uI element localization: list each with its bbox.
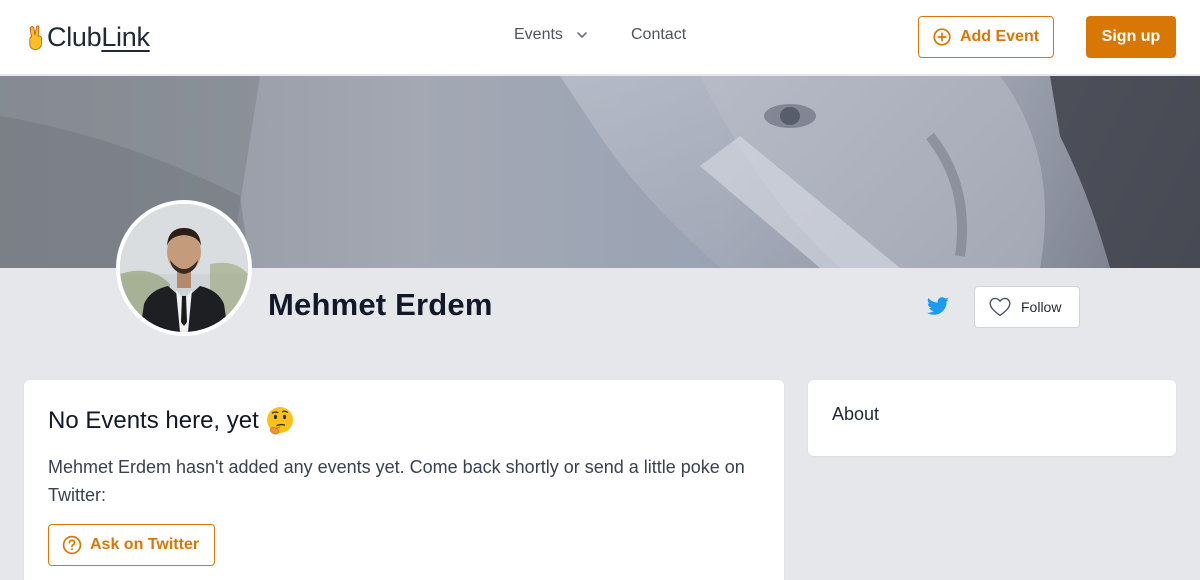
add-event-label: Add Event <box>959 28 1040 45</box>
twitter-profile-link[interactable] <box>926 296 950 318</box>
profile-name: Mehmet Erdem <box>268 287 493 322</box>
clublink-logo[interactable]: Club Link <box>26 22 150 53</box>
nav-events-label: Events <box>514 26 563 43</box>
avatar <box>116 200 252 336</box>
add-event-button[interactable]: Add Event <box>918 16 1054 58</box>
sign-up-button[interactable]: Sign up <box>1086 16 1176 58</box>
events-card-heading: No Events here, yet <box>48 406 295 436</box>
twitter-icon <box>926 297 949 315</box>
chevron-down-icon <box>577 32 587 38</box>
events-card: No Events here, yet Mehmet Erdem hasn't … <box>24 380 784 580</box>
ask-on-twitter-button[interactable]: Ask on Twitter <box>48 524 215 566</box>
follow-button[interactable]: Follow <box>974 286 1080 328</box>
plus-circle-icon <box>933 28 951 46</box>
about-card-title: About <box>832 404 880 424</box>
nav-contact-link[interactable]: Contact <box>631 26 686 44</box>
about-card: About <box>808 380 1176 456</box>
logo-text-club: Club <box>47 22 102 52</box>
heart-icon <box>989 297 1011 317</box>
logo-text-link: Link <box>101 22 150 52</box>
avatar-image <box>120 204 248 332</box>
events-card-text: Mehmet Erdem hasn't added any events yet… <box>48 457 745 505</box>
nav-events-dropdown[interactable]: Events <box>514 26 589 44</box>
ask-on-twitter-label: Ask on Twitter <box>90 536 200 553</box>
follow-label: Follow <box>1021 299 1062 315</box>
victory-hand-icon <box>29 25 42 50</box>
question-circle-icon <box>62 535 82 555</box>
thinking-face-icon <box>266 407 293 435</box>
site-header: Club Link Events Contact Add Event Sign u… <box>0 0 1200 75</box>
events-card-title: No Events here, yet <box>48 407 259 434</box>
